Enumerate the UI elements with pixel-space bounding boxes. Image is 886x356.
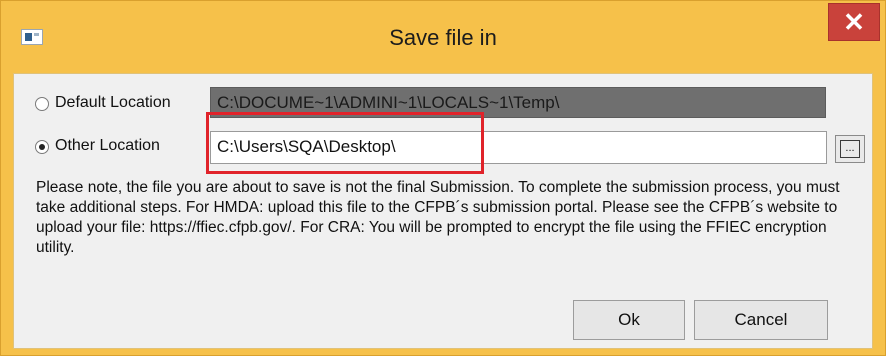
default-location-label[interactable]: Default Location xyxy=(55,94,171,112)
cancel-button[interactable]: Cancel xyxy=(694,300,828,340)
save-file-dialog: Save file in ✕ Default Location C:\DOCUM… xyxy=(0,0,886,356)
ellipsis-icon: ... xyxy=(840,140,860,158)
dialog-title: Save file in xyxy=(389,25,497,50)
title-bar[interactable]: Save file in ✕ xyxy=(1,1,885,73)
close-button[interactable]: ✕ xyxy=(828,3,880,41)
dialog-body: Default Location C:\DOCUME~1\ADMINI~1\LO… xyxy=(13,73,873,349)
other-location-label[interactable]: Other Location xyxy=(55,137,160,155)
browse-button[interactable]: ... xyxy=(835,135,865,163)
other-location-radio[interactable] xyxy=(35,140,49,154)
default-location-path: C:\DOCUME~1\ADMINI~1\LOCALS~1\Temp\ xyxy=(210,87,826,118)
default-location-radio[interactable] xyxy=(35,97,49,111)
ok-button[interactable]: Ok xyxy=(573,300,685,340)
submission-note: Please note, the file you are about to s… xyxy=(36,179,840,256)
other-location-path-input[interactable]: C:\Users\SQA\Desktop\ xyxy=(210,131,827,164)
